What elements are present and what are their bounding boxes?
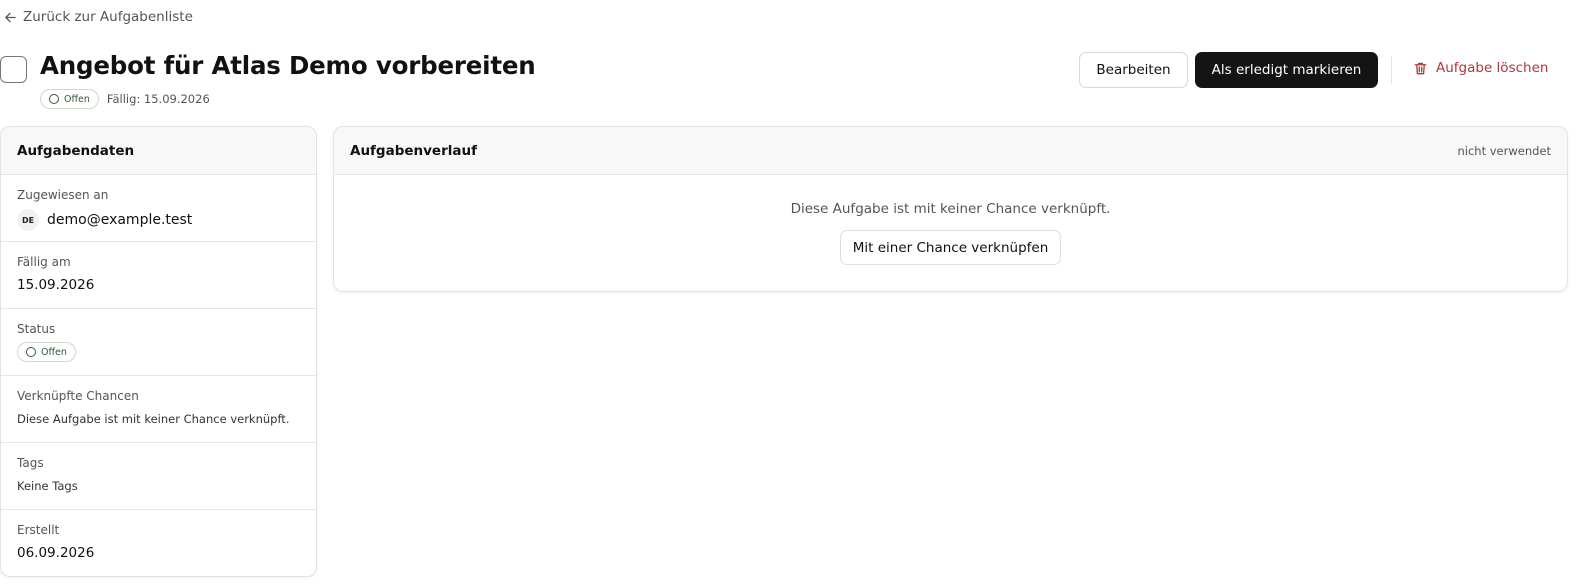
action-divider xyxy=(1391,56,1392,84)
field-status: Status Offen xyxy=(1,309,316,376)
field-assigned: Zugewiesen an DE demo@example.test xyxy=(1,175,316,242)
task-details-header: Aufgabendaten xyxy=(1,127,316,175)
linked-chances-label: Verknüpfte Chancen xyxy=(17,389,139,403)
status-circle-icon xyxy=(49,94,59,104)
field-tags: Tags Keine Tags xyxy=(1,443,316,510)
arrow-left-icon xyxy=(5,12,16,22)
link-chance-button[interactable]: Mit einer Chance verknüpfen xyxy=(839,230,1062,265)
delete-task-label: Aufgabe löschen xyxy=(1436,60,1549,76)
field-due: Fällig am 15.09.2026 xyxy=(1,242,316,309)
back-link-label: Zurück zur Aufgabenliste xyxy=(23,9,193,25)
assignee: DE demo@example.test xyxy=(17,209,300,231)
task-history-empty-state: Diese Aufgabe ist mit keiner Chance verk… xyxy=(334,175,1567,265)
mark-done-button[interactable]: Als erledigt markieren xyxy=(1195,52,1378,88)
task-history-card: Aufgabenverlauf nicht verwendet Diese Au… xyxy=(333,126,1568,292)
edit-button[interactable]: Bearbeiten xyxy=(1079,52,1188,88)
linked-chances-value: Diese Aufgabe ist mit keiner Chance verk… xyxy=(17,412,290,426)
due-value: 15.09.2026 xyxy=(17,277,95,293)
tags-value: Keine Tags xyxy=(17,479,78,493)
status-badge-label: Offen xyxy=(41,346,67,358)
delete-task-button[interactable]: Aufgabe löschen xyxy=(1413,60,1548,76)
page-title: Angebot für Atlas Demo vorbereiten xyxy=(40,51,536,80)
status-badge-label: Offen xyxy=(64,93,90,105)
status-label: Status xyxy=(17,322,56,336)
assignee-email: demo@example.test xyxy=(47,212,193,228)
task-complete-checkbox[interactable] xyxy=(0,56,27,83)
status-circle-icon xyxy=(26,347,36,357)
task-details-title: Aufgabendaten xyxy=(17,142,135,159)
tags-label: Tags xyxy=(17,456,44,470)
back-to-task-list-link[interactable]: Zurück zur Aufgabenliste xyxy=(4,9,193,25)
due-label: Fällig am xyxy=(17,255,71,269)
field-linked-chances: Verknüpfte Chancen Diese Aufgabe ist mit… xyxy=(1,376,316,443)
task-history-title: Aufgabenverlauf xyxy=(350,142,477,159)
task-details-card: Aufgabendaten Zugewiesen an DE demo@exam… xyxy=(0,126,317,577)
due-date-text: Fällig: 15.09.2026 xyxy=(106,92,210,106)
task-meta: Offen Fällig: 15.09.2026 xyxy=(40,89,210,109)
created-label: Erstellt xyxy=(17,523,60,537)
avatar: DE xyxy=(17,209,39,231)
status-badge: Offen xyxy=(40,89,99,109)
created-value: 06.09.2026 xyxy=(17,545,95,561)
trash-icon xyxy=(1414,62,1427,74)
field-created: Erstellt 06.09.2026 xyxy=(1,510,316,576)
empty-state-text: Diese Aufgabe ist mit keiner Chance verk… xyxy=(790,201,1111,217)
task-history-note: nicht verwendet xyxy=(1457,143,1551,158)
status-badge: Offen xyxy=(17,342,76,362)
assigned-label: Zugewiesen an xyxy=(17,188,109,202)
task-history-header: Aufgabenverlauf nicht verwendet xyxy=(334,127,1567,175)
